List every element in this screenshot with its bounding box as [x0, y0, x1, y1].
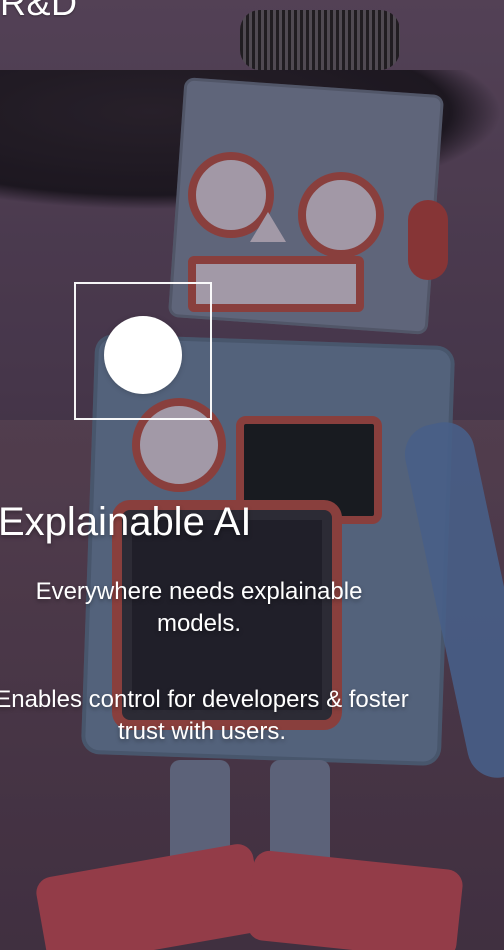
purple-tint-overlay — [0, 0, 504, 950]
hero-headline: Explainable AI — [0, 500, 252, 544]
hero-paragraph-1: Everywhere needs explainable models. — [35, 578, 363, 638]
focus-dot[interactable] — [104, 316, 182, 394]
hero-paragraph-2: Enables control for developers & foster … — [0, 686, 409, 746]
top-tag: R&D — [0, 0, 78, 23]
hero-stage: R&D Explainable AI Everywhere needs expl… — [0, 0, 504, 950]
